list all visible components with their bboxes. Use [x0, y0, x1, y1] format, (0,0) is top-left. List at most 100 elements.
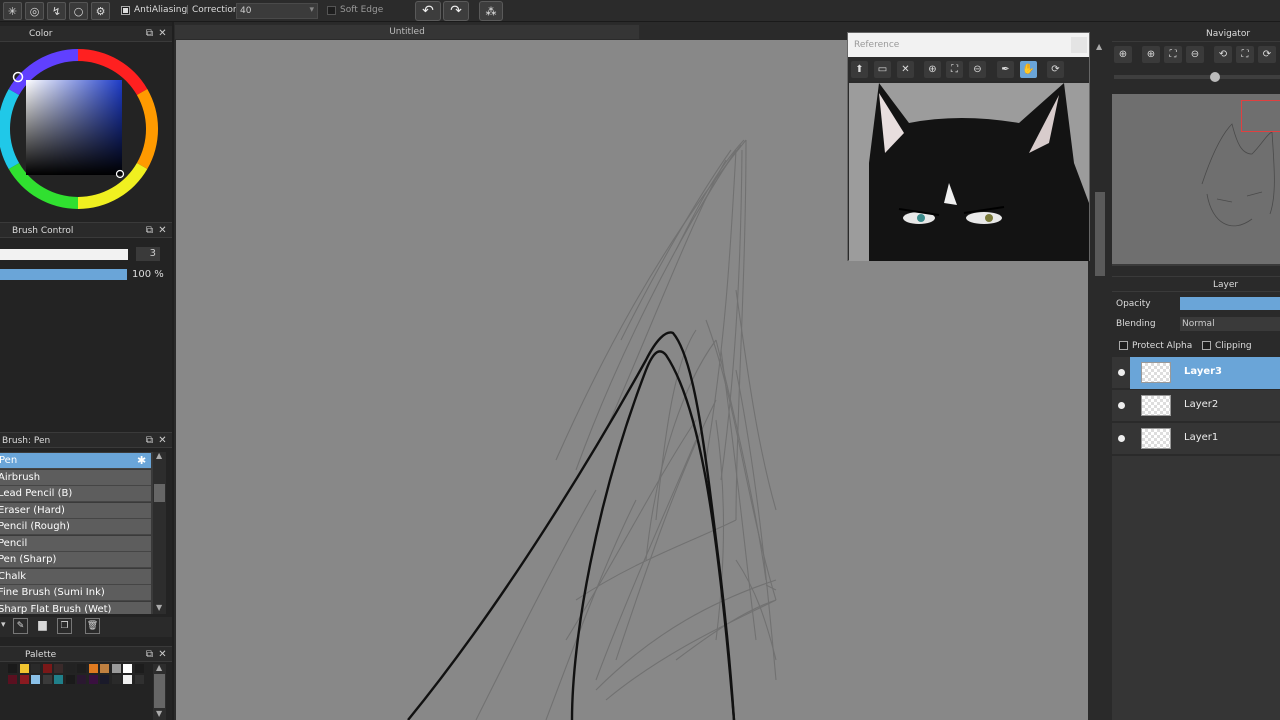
zoom-out-icon[interactable]: ⊖ — [1186, 46, 1204, 63]
layer-opacity-slider[interactable] — [1180, 297, 1280, 310]
protect-alpha-checkbox[interactable] — [1119, 341, 1128, 350]
reference-image[interactable] — [849, 83, 1089, 261]
snap-settings-icon[interactable]: ⚙ — [91, 2, 110, 20]
snap-off-icon[interactable]: ✳ — [3, 2, 22, 20]
close-icon[interactable]: ✕ — [157, 28, 168, 39]
scroll-thumb[interactable] — [154, 484, 165, 502]
canvas-scrollbar[interactable]: ▲ — [1094, 40, 1106, 720]
snap-curve-icon[interactable]: ↯ — [47, 2, 66, 20]
layer-row-layer2[interactable]: Layer2 — [1112, 390, 1280, 422]
eye-icon[interactable] — [1118, 369, 1125, 376]
zoom-out-icon[interactable]: ⊖ — [969, 61, 986, 78]
navigator-zoom-slider[interactable] — [1114, 72, 1280, 82]
zoom-in-icon[interactable]: ⊕ — [1142, 46, 1160, 63]
scroll-down-icon[interactable]: ▼ — [156, 709, 162, 718]
hand-icon[interactable]: ✋ — [1020, 61, 1037, 78]
rotate-right-icon[interactable]: ⟳ — [1258, 46, 1276, 63]
snap-concentric-icon[interactable]: ◎ — [25, 2, 44, 20]
brush-item[interactable]: Pencil — [0, 536, 151, 552]
redo-button[interactable]: ↷ — [443, 1, 469, 21]
popout-icon[interactable]: ⧉ — [144, 28, 155, 39]
palette-swatch[interactable] — [65, 675, 75, 684]
scroll-down-icon[interactable]: ▼ — [156, 603, 162, 612]
brush-size-value[interactable]: 3 — [136, 247, 160, 261]
rotate-icon[interactable]: ⟳ — [1047, 61, 1064, 78]
palette-swatch[interactable] — [19, 664, 29, 673]
deselect-button[interactable]: ⁂ — [479, 1, 503, 21]
blending-select[interactable]: Normal — [1180, 317, 1280, 331]
canvas-tab[interactable]: Untitled — [174, 24, 640, 40]
reference-title-bar[interactable]: Reference — [848, 33, 1089, 57]
brush-item[interactable]: Lead Pencil (B) — [0, 486, 151, 502]
palette-swatch[interactable] — [134, 675, 144, 684]
popout-icon[interactable]: ⧉ — [144, 649, 155, 660]
popout-icon[interactable]: ⧉ — [144, 435, 155, 446]
palette-swatch[interactable] — [100, 664, 109, 673]
layer-row-layer1[interactable]: Layer1 — [1112, 423, 1280, 455]
palette-swatch[interactable] — [8, 664, 17, 673]
scroll-thumb[interactable] — [154, 674, 165, 708]
chevron-down-icon[interactable]: ▾ — [1, 620, 6, 630]
palette-swatch[interactable] — [88, 675, 98, 684]
layer-row-layer3[interactable]: Layer3 — [1112, 357, 1280, 389]
slider-thumb[interactable] — [1210, 72, 1220, 82]
scroll-up-icon[interactable]: ▲ — [156, 452, 162, 460]
brush-item[interactable]: Fine Brush (Sumi Ink) — [0, 585, 151, 601]
brush-item[interactable]: Pen ✱ — [0, 453, 151, 469]
palette-swatch[interactable] — [31, 664, 40, 673]
palette-scrollbar[interactable]: ▲ ▼ — [153, 663, 166, 720]
brush-item[interactable]: Pencil (Rough) — [0, 519, 151, 535]
close-icon[interactable]: ✕ — [897, 61, 914, 78]
brush-opacity-slider[interactable] — [0, 269, 127, 280]
brush-item[interactable]: Sharp Flat Brush (Wet) — [0, 602, 151, 614]
duplicate-icon[interactable]: ❐ — [57, 618, 72, 634]
eye-icon[interactable] — [1118, 402, 1125, 409]
palette-swatch[interactable] — [77, 675, 86, 684]
palette-swatch[interactable] — [134, 664, 144, 673]
popout-icon[interactable]: ⧉ — [144, 225, 155, 236]
brush-item[interactable]: Chalk — [0, 569, 151, 585]
viewport-rect[interactable] — [1241, 100, 1280, 132]
palette-swatch[interactable] — [88, 664, 98, 673]
correction-select[interactable]: 40 ▾ — [236, 3, 318, 19]
zoom-in-icon[interactable]: ⊕ — [1114, 46, 1132, 63]
palette-swatch[interactable] — [123, 664, 132, 673]
folder-icon[interactable]: ▆ — [35, 618, 50, 634]
palette-swatch[interactable] — [65, 664, 75, 673]
trash-icon[interactable]: 🗑 — [85, 618, 100, 634]
close-icon[interactable]: ✕ — [157, 435, 168, 446]
navigator-preview[interactable] — [1112, 94, 1280, 266]
new-brush-icon[interactable]: ✎ — [13, 618, 28, 634]
soft-edge-checkbox[interactable] — [327, 6, 336, 15]
gear-icon[interactable]: ✱ — [137, 453, 146, 468]
scroll-thumb[interactable] — [1095, 192, 1105, 276]
close-icon[interactable]: ✕ — [157, 225, 168, 236]
palette-swatch[interactable] — [42, 675, 52, 684]
eye-icon[interactable] — [1118, 435, 1125, 442]
palette-swatch[interactable] — [31, 675, 40, 684]
palette-swatch[interactable] — [100, 675, 109, 684]
eyedropper-icon[interactable]: ✒ — [997, 61, 1014, 78]
upload-icon[interactable]: ⬆ — [851, 61, 868, 78]
reset-rotation-icon[interactable]: ⛶ — [1236, 46, 1254, 63]
rotate-left-icon[interactable]: ⟲ — [1214, 46, 1232, 63]
snap-circle-icon[interactable]: ○ — [69, 2, 88, 20]
brush-item[interactable]: Pen (Sharp) — [0, 552, 151, 568]
undo-button[interactable]: ↶ — [415, 1, 441, 21]
fit-icon[interactable]: ⛶ — [1164, 46, 1182, 63]
palette-swatch[interactable] — [54, 675, 63, 684]
palette-swatch[interactable] — [8, 675, 17, 684]
brush-list-scrollbar[interactable]: ▲ ▼ — [153, 452, 166, 614]
palette-swatch[interactable] — [19, 675, 29, 684]
scroll-up-icon[interactable]: ▲ — [156, 663, 162, 672]
close-icon[interactable]: ✕ — [157, 649, 168, 660]
scroll-up-icon[interactable]: ▲ — [1096, 42, 1102, 51]
brush-item[interactable]: Eraser (Hard) — [0, 503, 151, 519]
palette-swatch[interactable] — [77, 664, 86, 673]
color-wheel[interactable] — [0, 43, 172, 219]
palette-swatch[interactable] — [111, 675, 121, 684]
folder-icon[interactable]: ▭ — [874, 61, 891, 78]
palette-swatch[interactable] — [111, 664, 121, 673]
palette-swatch[interactable] — [42, 664, 52, 673]
clipping-checkbox[interactable] — [1202, 341, 1211, 350]
